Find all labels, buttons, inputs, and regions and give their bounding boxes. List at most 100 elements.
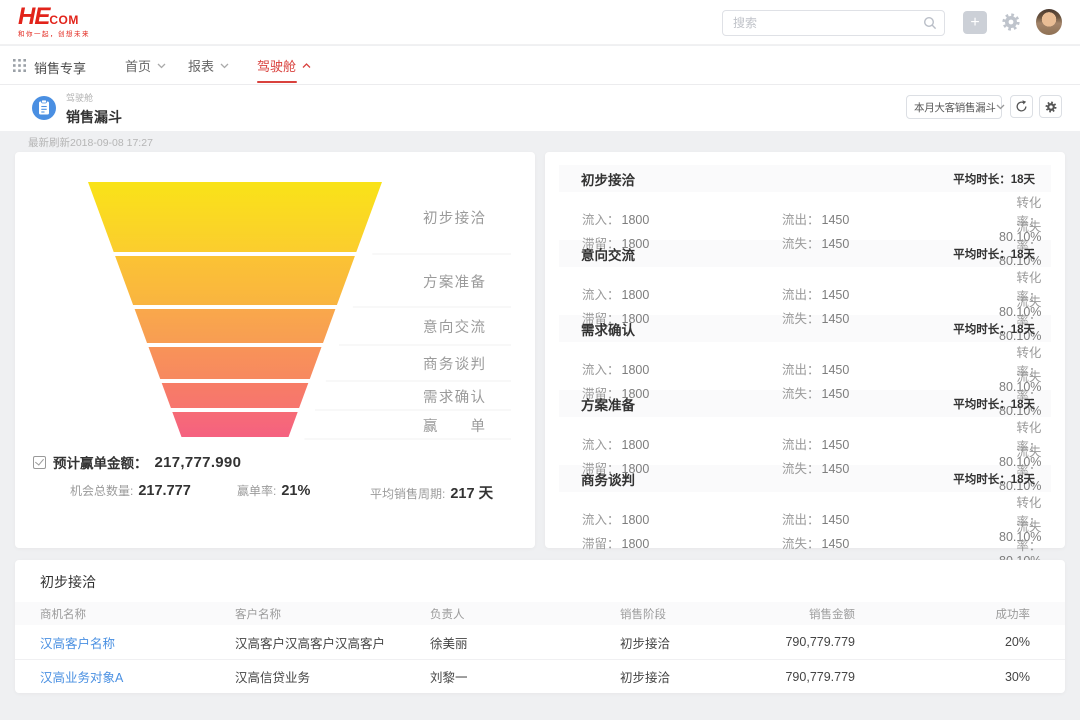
funnel-stage-5[interactable] [172,412,297,437]
funnel-stage-2[interactable] [135,309,336,343]
funnel-stage-1[interactable] [115,256,355,305]
column-header-5: 成功率 [855,606,1030,622]
checkbox-icon[interactable] [33,456,46,469]
funnel-stage-label-4: 需求确认 [423,386,485,407]
logo-tagline: 和你一起，创想未来 [18,32,90,39]
metric-label: 流失： [782,462,820,476]
metric-label: 流失率： [1016,520,1041,553]
user-avatar[interactable] [1036,9,1062,35]
metric-label: 流出： [782,438,820,452]
metric-label: 流入： [582,438,620,452]
metric-value: 1450 [820,537,850,551]
opportunity-table-card: 初步接洽 商机名称客户名称负责人销售阶段销售金额成功率汉高客户名称汉高客户汉高客… [15,560,1065,693]
table-cell: 30% [855,670,1030,684]
stage-avg-duration: 平均时长：18天 [953,246,1035,262]
metric-label: 流入： [582,363,620,377]
stage-metric: 流出：1450 [782,509,997,528]
nav-item-1[interactable]: 报表 [188,46,229,84]
opportunity-link[interactable]: 汉高客户名称 [40,633,235,652]
metric-value: 1800 [620,213,650,227]
expected-amount-value: 217,777.990 [155,454,242,471]
gear-icon [1044,100,1058,114]
stage-section-title: 需求确认 [581,319,635,339]
funnel-stage-label-1: 方案准备 [423,271,485,292]
metric-label: 流入： [582,213,620,227]
dashboard-page: HEcom 和你一起，创想未来 + [0,0,1080,720]
funnel-stage-0[interactable] [88,182,382,252]
funnel-stage-label-5: 赢单 [423,415,485,436]
table-cell: 790,779.779 [780,635,855,649]
metric-value: 1800 [620,288,650,302]
nav-item-2[interactable]: 驾驶舱 [257,46,311,84]
stage-metrics-row: 流入：1800流出：1450转化率：80.10% [545,492,1065,516]
stat-value: 21% [281,483,310,499]
settings-icon[interactable] [1000,11,1022,33]
nav-item-0[interactable]: 首页 [125,46,166,84]
stat-label: 机会总数量: [70,482,133,499]
chevron-down-icon [220,63,229,69]
table-cell: 汉高信贷业务 [235,667,430,686]
stat-label: 平均销售周期: [370,485,445,502]
column-header-1: 客户名称 [235,606,430,622]
table-row-1: 汉高业务对象A汉高信贷业务刘黎一初步接洽790,779.77930% [15,659,1065,693]
expected-amount-label: 预计赢单金额： [53,452,148,472]
table-row-0: 汉高客户名称汉高客户汉高客户汉高客户徐美丽初步接洽790,779.77920% [15,625,1065,659]
stat-value: 217.777 [138,483,190,499]
funnel-card: 初步接洽方案准备意向交流商务谈判需求确认赢单 预计赢单金额： 217,777.9… [15,152,535,548]
stage-metric: 流出：1450 [782,359,997,378]
metric-label: 流出： [782,213,820,227]
opportunity-table: 商机名称客户名称负责人销售阶段销售金额成功率汉高客户名称汉高客户汉高客户汉高客户… [15,602,1065,693]
table-cell: 刘黎一 [430,667,620,686]
funnel-stage-3[interactable] [149,347,322,379]
metric-label: 滞留： [582,537,620,551]
funnel-scope-select[interactable]: 本月大客销售漏斗 [906,95,1002,119]
stage-avg-duration: 平均时长：18天 [953,321,1035,337]
stage-metric: 滞留：1800 [582,533,782,552]
metric-value: 1450 [820,363,850,377]
nav-item-label: 报表 [188,56,214,75]
breadcrumb: 驾驶舱 [66,91,122,104]
stage-metric: 流入：1800 [582,509,782,528]
funnel-stat-0: 机会总数量: 217.777 [70,482,191,499]
table-cell: 初步接洽 [620,633,780,652]
search-input[interactable] [722,10,945,36]
opportunity-link[interactable]: 汉高业务对象A [40,667,235,686]
top-bar: HEcom 和你一起，创想未来 + [0,0,1080,45]
plus-icon: + [970,15,979,31]
metric-label: 流入： [582,513,620,527]
metric-label: 流入： [582,288,620,302]
metric-value: 1450 [820,438,850,452]
search-icon[interactable] [923,16,937,35]
stage-details-card: 初步接洽平均时长：18天流入：1800流出：1450转化率：80.10%滞留：1… [545,152,1065,548]
add-button[interactable]: + [963,11,987,34]
nav-bar: 销售专享 首页 报表 驾驶舱 [0,46,1080,85]
stage-avg-duration: 平均时长：18天 [953,471,1035,487]
metric-label: 流出： [782,288,820,302]
stage-metric: 流入：1800 [582,434,782,453]
table-cell: 初步接洽 [620,667,780,686]
funnel-stage-label-0: 初步接洽 [423,207,485,228]
stage-metric: 流出：1450 [782,209,997,228]
nav-item-label: 驾驶舱 [257,56,296,75]
stage-metrics-row: 流入：1800流出：1450转化率：80.10% [545,342,1065,366]
metric-value: 1450 [820,237,850,251]
metric-label: 流失： [782,312,820,326]
stage-section-title: 意向交流 [581,244,635,264]
column-header-3: 销售阶段 [620,606,780,622]
last-refresh-note: 最新刷新2018-09-08 17:27 [28,135,153,150]
chevron-down-icon [996,104,1005,110]
card-settings-button[interactable] [1039,95,1062,118]
app-grid-icon[interactable] [13,59,26,77]
stat-value: 217 天 [450,482,493,503]
expected-amount-row: 预计赢单金额： 217,777.990 [33,452,241,472]
refresh-button[interactable] [1010,95,1033,118]
funnel-stage-4[interactable] [162,383,309,408]
logo-text: HEcom [18,11,79,28]
workspace-label[interactable]: 销售专享 [34,58,86,77]
brand-logo[interactable]: HEcom 和你一起，创想未来 [18,5,90,39]
page-title-block: 驾驶舱 销售漏斗 [66,91,122,127]
stage-avg-duration: 平均时长：18天 [953,171,1035,187]
metric-value: 1800 [620,513,650,527]
funnel-stage-label-2: 意向交流 [423,316,485,337]
metric-label: 流失： [782,237,820,251]
